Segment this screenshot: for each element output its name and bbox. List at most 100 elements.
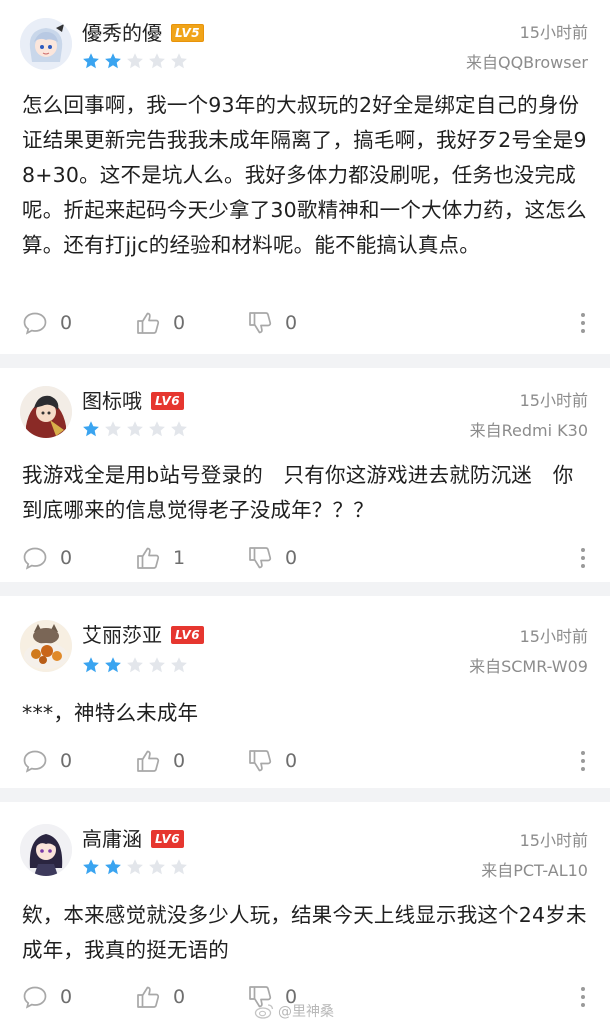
separator	[0, 354, 610, 368]
star-icon	[105, 421, 121, 437]
device-source: 来自Redmi K30	[469, 421, 588, 440]
star-icon	[83, 657, 99, 673]
comment-button[interactable]: 0	[22, 746, 72, 776]
star-icon	[149, 657, 165, 673]
comment-text: 我游戏全是用b站号登录的 只有你这游戏进去就防沉迷 你到底哪来的信息觉得老子没成…	[22, 463, 574, 522]
avatar[interactable]	[20, 18, 72, 70]
like-button[interactable]: 0	[135, 982, 185, 1012]
timestamp: 15小时前	[519, 831, 588, 850]
level-badge: LV6	[151, 830, 185, 848]
like-button[interactable]: 1	[135, 543, 185, 573]
timestamp: 15小时前	[519, 391, 588, 410]
avatar-character-image	[20, 386, 72, 438]
comment-card-2: 图标哦 LV6 15小时前 来自Redmi K30 我游戏全是用b站号登录的 只…	[0, 368, 610, 582]
username[interactable]: 高庸涵	[82, 824, 142, 854]
avatar-dark-hair-girl-image	[20, 824, 72, 876]
dislike-button[interactable]: 0	[247, 543, 297, 573]
star-icon	[171, 421, 187, 437]
avatar[interactable]	[20, 386, 72, 438]
action-bar: 0 1 0	[22, 543, 592, 573]
like-count: 0	[173, 986, 186, 1008]
level-text: LV6	[155, 394, 181, 408]
username[interactable]: 艾丽莎亚	[82, 620, 162, 650]
thumb-down-icon	[249, 750, 272, 772]
comment-card-1: 優秀的優 LV5 15小时前 来自QQBrowser 怎么回事啊，我一个93年的…	[0, 0, 610, 340]
timestamp: 15小时前	[519, 23, 588, 42]
username[interactable]: 優秀的優	[82, 18, 162, 48]
device-source: 来自PCT-AL10	[481, 861, 588, 880]
more-icon[interactable]	[578, 545, 588, 571]
action-bar: 0 0 0	[22, 308, 592, 338]
star-icon	[127, 53, 143, 69]
dislike-count: 0	[285, 547, 298, 569]
star-rating	[82, 858, 188, 876]
user-header: 艾丽莎亚 LV6	[82, 620, 205, 650]
star-icon	[127, 657, 143, 673]
level-badge: LV6	[151, 392, 185, 410]
thumb-down-icon	[249, 547, 272, 569]
like-count: 1	[173, 547, 186, 569]
thumb-up-icon	[137, 312, 160, 334]
username[interactable]: 图标哦	[82, 386, 142, 416]
dislike-button[interactable]: 0	[247, 308, 297, 338]
comment-button[interactable]: 0	[22, 308, 72, 338]
separator	[0, 582, 610, 596]
star-icon	[127, 421, 143, 437]
weibo-icon	[254, 1004, 274, 1019]
like-button[interactable]: 0	[135, 308, 185, 338]
timestamp: 15小时前	[519, 627, 588, 646]
comment-icon	[23, 547, 47, 570]
level-text: LV6	[175, 628, 201, 642]
level-badge: LV6	[171, 626, 205, 644]
star-icon	[105, 657, 121, 673]
user-header: 图标哦 LV6	[82, 386, 185, 416]
separator	[0, 788, 610, 802]
device-source: 来自SCMR-W09	[469, 657, 588, 676]
dislike-count: 0	[285, 750, 298, 772]
star-icon	[171, 859, 187, 875]
watermark-text: @里神桑	[278, 1004, 334, 1020]
comment-count: 0	[60, 312, 73, 334]
comment-count: 0	[60, 986, 73, 1008]
star-icon	[83, 421, 99, 437]
comment-card-4: 高庸涵 LV6 15小时前 来自PCT-AL10 欸，本来感觉就没多少人玩，结果…	[0, 802, 610, 1024]
device-source: 来自QQBrowser	[465, 53, 588, 72]
avatar-food-image	[20, 620, 72, 672]
avatar[interactable]	[20, 620, 72, 672]
more-icon[interactable]	[578, 984, 588, 1010]
star-icon	[171, 53, 187, 69]
avatar[interactable]	[20, 824, 72, 876]
action-bar: 0 0 0	[22, 746, 592, 776]
comment-icon	[23, 750, 47, 773]
star-icon	[127, 859, 143, 875]
thumb-up-icon	[137, 986, 160, 1008]
thumb-up-icon	[137, 750, 160, 772]
star-rating	[82, 656, 188, 674]
comment-icon	[23, 312, 47, 335]
star-icon	[149, 859, 165, 875]
level-badge: LV5	[171, 24, 205, 42]
more-icon[interactable]	[578, 748, 588, 774]
dislike-button[interactable]: 0	[247, 746, 297, 776]
star-icon	[171, 657, 187, 673]
comment-text: 欸，本来感觉就没多少人玩，结果今天上线显示我这个24岁未成年，我真的挺无语的	[22, 903, 587, 962]
star-rating	[82, 420, 188, 438]
like-button[interactable]: 0	[135, 746, 185, 776]
star-icon	[105, 53, 121, 69]
thumb-up-icon	[137, 547, 160, 569]
comment-text: ***，神特么未成年	[22, 701, 199, 725]
user-header: 優秀的優 LV5	[82, 18, 205, 48]
more-icon[interactable]	[578, 310, 588, 336]
watermark: @里神桑	[254, 998, 334, 1024]
star-icon	[149, 53, 165, 69]
comment-text: 怎么回事啊，我一个93年的大叔玩的2好全是绑定自己的身份证结果更新完告我我未成年…	[22, 93, 587, 257]
comment-button[interactable]: 0	[22, 543, 72, 573]
comment-button[interactable]: 0	[22, 982, 72, 1012]
comment-card-3: 艾丽莎亚 LV6 15小时前 来自SCMR-W09 ***，神特么未成年 0 0…	[0, 596, 610, 788]
dislike-count: 0	[285, 312, 298, 334]
avatar-anime-girl-image	[20, 18, 72, 70]
star-icon	[149, 421, 165, 437]
comment-icon	[23, 986, 47, 1009]
like-count: 0	[173, 312, 186, 334]
level-text: LV6	[155, 832, 181, 846]
